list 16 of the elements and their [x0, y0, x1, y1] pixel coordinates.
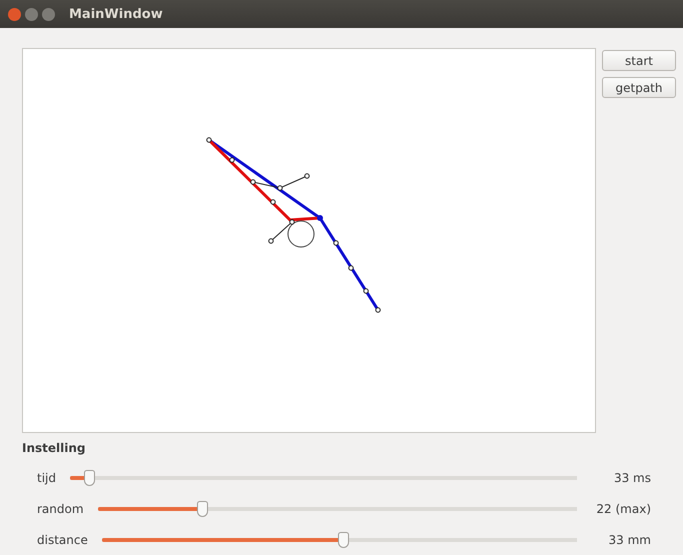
slider-reading: 33 ms: [612, 470, 651, 484]
slider-label: tijd: [37, 470, 56, 484]
window-title: MainWindow: [69, 6, 163, 22]
slider-label: random: [37, 502, 84, 516]
action-button[interactable]: start: [602, 50, 676, 71]
maximize-icon[interactable]: [42, 8, 55, 20]
slider-thumb[interactable]: [84, 470, 96, 486]
minimize-icon[interactable]: [25, 8, 38, 20]
settings-heading: Instelling: [22, 441, 86, 455]
close-icon[interactable]: [8, 8, 21, 20]
action-button[interactable]: getpath: [602, 77, 676, 98]
slider-reading: 22 (max): [595, 502, 651, 516]
slider-label: distance: [37, 532, 88, 546]
slider-thumb[interactable]: [197, 500, 208, 516]
slider-reading: 33 mm: [608, 532, 651, 546]
slider-thumb[interactable]: [338, 532, 350, 548]
